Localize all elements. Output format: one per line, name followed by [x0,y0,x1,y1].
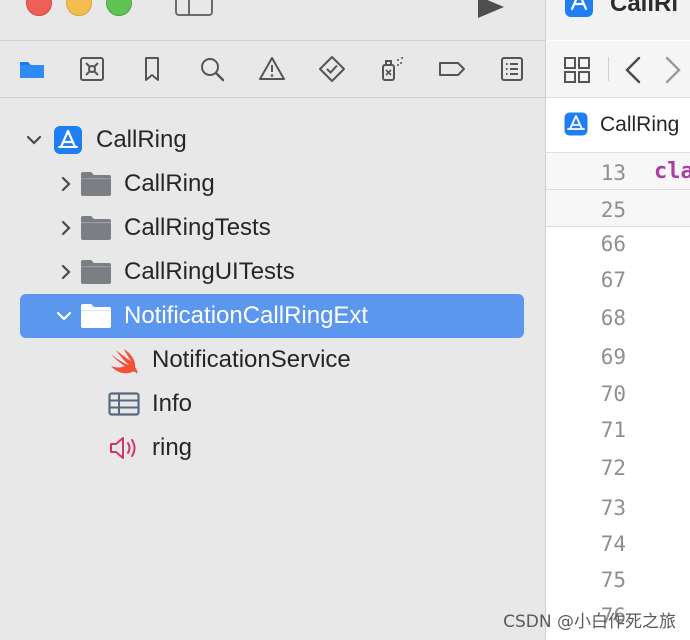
chevron-down-icon[interactable] [26,132,42,148]
swift-file-icon [108,345,140,375]
watermark-text: CSDN @小白作死之旅 [503,612,676,632]
folder-icon [80,257,112,287]
jump-bar-label[interactable]: CallRing [600,113,679,137]
tree-row-folder[interactable]: CallRing [20,162,524,206]
bookmark-icon[interactable] [137,54,167,84]
tree-label: Info [152,390,193,417]
line-number: 69 [600,345,626,369]
breakpoint-icon[interactable] [437,54,467,84]
tree-row-project[interactable]: CallRing [20,118,524,162]
minimize-window-button[interactable] [66,0,92,16]
line-number: 74 [600,532,626,556]
audio-speaker-icon [108,433,140,463]
line-number: 25 [600,198,626,222]
titlebar-divider [0,40,545,41]
line-number: 66 [600,232,626,256]
navbar-divider [0,97,545,98]
test-diamond-icon[interactable] [317,54,347,84]
close-window-button[interactable] [26,0,52,16]
folder-icon [80,301,112,331]
tree-row-file[interactable]: NotificationService [20,338,524,382]
editor-titlebar: CallRi [546,0,690,40]
line-number: 73 [600,496,626,520]
line-number: 72 [600,456,626,480]
search-icon[interactable] [197,54,227,84]
editor-toolbar [546,41,690,98]
tree-label: CallRing [96,126,187,153]
tree-row-file[interactable]: ring [20,426,524,470]
line-number: 67 [600,268,626,292]
tree-label: CallRingUITests [124,258,295,285]
line-number: 13 [600,161,626,185]
app-project-icon [564,0,594,23]
sticky-header-line: 25 [546,190,690,227]
tree-row-folder-selected[interactable]: NotificationCallRingExt [20,294,524,338]
toolbar-separator [608,57,609,81]
sticky-header-line: 13 cla [546,153,690,190]
folder-icon [80,169,112,199]
code-editor: CallRi CallRing 13 cla 25 66 67 68 69 70… [546,0,690,640]
navigator-sidebar: CallRing CallRing CallRingTests CallRing… [0,0,545,640]
chevron-right-icon[interactable] [58,176,74,192]
app-project-icon[interactable] [564,112,588,141]
chevron-left-icon[interactable] [624,55,642,90]
tree-label: CallRingTests [124,214,271,241]
source-control-icon[interactable] [77,54,107,84]
grid-layout-icon[interactable] [563,56,591,89]
chevron-right-icon[interactable] [664,55,682,90]
chevron-right-icon[interactable] [58,264,74,280]
tree-label: CallRing [124,170,215,197]
folder-icon [80,213,112,243]
jump-bar: CallRing [546,98,690,153]
editor-window-title: CallRi [610,0,679,17]
debug-spray-icon[interactable] [377,54,407,84]
run-button[interactable] [478,0,504,18]
tree-label: NotificationCallRingExt [124,302,369,329]
app-project-icon [52,125,84,155]
tree-row-folder[interactable]: CallRingUITests [20,250,524,294]
tree-label: NotificationService [152,346,351,373]
line-number: 68 [600,306,626,330]
plist-table-icon [108,389,140,419]
chevron-down-icon[interactable] [56,308,72,324]
line-number: 75 [600,568,626,592]
line-number: 71 [600,418,626,442]
window-titlebar [0,0,545,40]
line-number: 70 [600,382,626,406]
zoom-window-button[interactable] [106,0,132,16]
chevron-right-icon[interactable] [58,220,74,236]
tree-label: ring [152,434,193,461]
code-keyword: cla [654,159,690,184]
warning-icon[interactable] [257,54,287,84]
folder-icon[interactable] [17,54,47,84]
sidebar-toggle-icon[interactable] [175,0,213,16]
tree-row-folder[interactable]: CallRingTests [20,206,524,250]
report-icon[interactable] [497,54,527,84]
tree-row-file[interactable]: Info [20,382,524,426]
